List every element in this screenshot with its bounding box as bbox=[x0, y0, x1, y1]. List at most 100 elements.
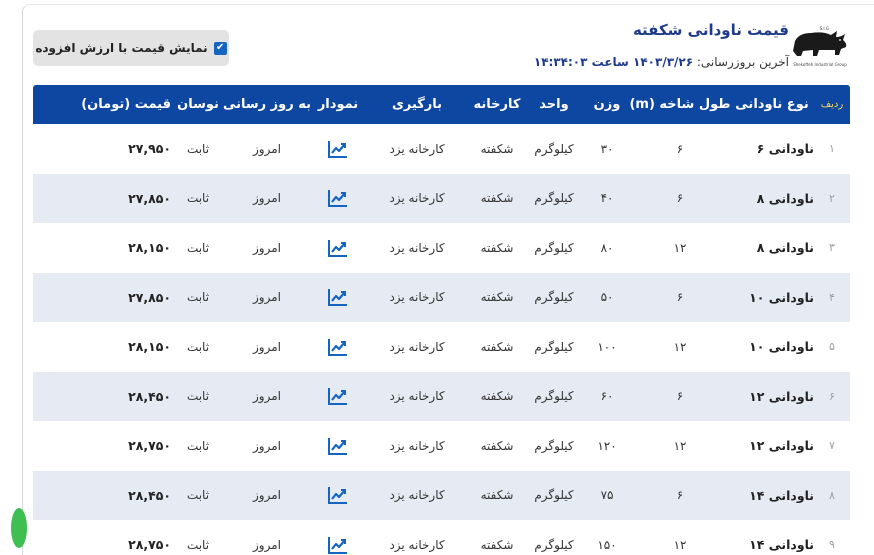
table-row[interactable]: ۶ ناودانی ۱۲ ۶ ۶۰ کیلوگرم شکفته کارخانه … bbox=[33, 371, 850, 422]
row-type[interactable]: ناودانی ۸ bbox=[730, 223, 814, 273]
row-price: ۲۸,۱۵۰ bbox=[128, 339, 171, 355]
col-header-fluctuation[interactable]: نوسان bbox=[174, 85, 222, 124]
row-unit: کیلوگرم bbox=[534, 339, 574, 354]
row-index: ۲ bbox=[829, 191, 835, 205]
trend-chart-icon[interactable] bbox=[327, 337, 349, 357]
trend-chart-icon[interactable] bbox=[327, 287, 349, 307]
col-header-index: ردیف bbox=[820, 99, 844, 110]
row-chart[interactable] bbox=[312, 124, 364, 174]
row-weight: ۱۰۰ bbox=[597, 339, 617, 354]
last-updated-value: ۱۴۰۳/۳/۲۶ ساعت ۱۴:۳۴:۰۳ bbox=[533, 55, 694, 69]
row-update: امروز bbox=[253, 240, 281, 255]
row-loading: کارخانه یزد bbox=[389, 290, 445, 305]
row-chart[interactable] bbox=[312, 273, 364, 323]
row-unit: کیلوگرم bbox=[534, 240, 574, 255]
col-header-price[interactable]: قیمت (تومان) bbox=[33, 85, 174, 124]
row-fluctuation: ثابت bbox=[186, 290, 210, 305]
row-fluctuation: ثابت bbox=[186, 438, 210, 453]
col-header-update[interactable]: به روز رسانی bbox=[222, 85, 312, 124]
row-type[interactable]: ناودانی ۱۰ bbox=[730, 322, 814, 372]
row-update: امروز bbox=[253, 290, 281, 305]
row-fluctuation: ثابت bbox=[186, 191, 210, 206]
row-loading: کارخانه یزد bbox=[389, 339, 445, 354]
row-chart[interactable] bbox=[312, 421, 364, 471]
row-loading: کارخانه یزد bbox=[389, 389, 445, 404]
row-unit: کیلوگرم bbox=[534, 290, 574, 305]
row-type[interactable]: ناودانی ۱۲ bbox=[730, 372, 814, 422]
page-title: قیمت ناودانی شکفته bbox=[632, 21, 789, 39]
vat-toggle-label: نمایش قیمت با ارزش افزوده bbox=[35, 41, 208, 55]
table-row[interactable]: ۲ ناودانی ۸ ۶ ۴۰ کیلوگرم شکفته کارخانه ی… bbox=[33, 173, 850, 224]
vat-price-toggle[interactable]: ✔ نمایش قیمت با ارزش افزوده bbox=[33, 30, 229, 66]
row-index: ۴ bbox=[829, 290, 835, 304]
row-chart[interactable] bbox=[312, 471, 364, 521]
row-weight: ۶۰ bbox=[600, 389, 614, 404]
row-length: ۶ bbox=[676, 389, 684, 404]
trend-chart-icon[interactable] bbox=[327, 386, 349, 406]
row-type[interactable]: ناودانی ۱۴ bbox=[730, 471, 814, 521]
trend-chart-icon[interactable] bbox=[327, 188, 349, 208]
row-fluctuation: ثابت bbox=[186, 240, 210, 255]
col-header-loading[interactable]: بارگیری bbox=[364, 85, 470, 124]
row-type[interactable]: ناودانی ۱۰ bbox=[730, 273, 814, 323]
row-chart[interactable] bbox=[312, 520, 364, 555]
rhino-logo-icon: S.I.G bbox=[793, 26, 847, 56]
logo-tagline: Shekofteh Industrial Group bbox=[793, 62, 847, 67]
row-chart[interactable] bbox=[312, 372, 364, 422]
row-type[interactable]: ناودانی ۶ bbox=[730, 124, 814, 174]
row-length: ۱۲ bbox=[673, 537, 687, 552]
table-row[interactable]: ۹ ناودانی ۱۴ ۱۲ ۱۵۰ کیلوگرم شکفته کارخان… bbox=[33, 520, 850, 555]
row-unit: کیلوگرم bbox=[534, 191, 574, 206]
table-row[interactable]: ۳ ناودانی ۸ ۱۲ ۸۰ کیلوگرم شکفته کارخانه … bbox=[33, 223, 850, 273]
trend-chart-icon[interactable] bbox=[327, 535, 349, 555]
row-update: امروز bbox=[253, 339, 281, 354]
trend-chart-icon[interactable] bbox=[327, 485, 349, 505]
row-factory: شکفته bbox=[480, 141, 514, 156]
row-chart[interactable] bbox=[312, 174, 364, 224]
row-factory: شکفته bbox=[480, 389, 514, 404]
trend-chart-icon[interactable] bbox=[327, 238, 349, 258]
row-fluctuation: ثابت bbox=[186, 141, 210, 156]
row-weight: ۷۵ bbox=[600, 488, 614, 503]
col-header-factory[interactable]: کارخانه bbox=[470, 85, 524, 124]
row-unit: کیلوگرم bbox=[534, 141, 574, 156]
trend-chart-icon[interactable] bbox=[327, 139, 349, 159]
price-card: S.I.G Shekofteh Industrial Group قیمت نا… bbox=[11, 4, 874, 555]
table-row[interactable]: ۷ ناودانی ۱۲ ۱۲ ۱۲۰ کیلوگرم شکفته کارخان… bbox=[33, 421, 850, 471]
col-header-length[interactable]: طول شاخه (m) bbox=[629, 85, 730, 124]
trend-chart-icon[interactable] bbox=[327, 436, 349, 456]
row-fluctuation: ثابت bbox=[186, 488, 210, 503]
col-header-unit[interactable]: واحد bbox=[524, 85, 584, 124]
row-price: ۲۷,۸۵۰ bbox=[128, 289, 171, 305]
table-row[interactable]: ۵ ناودانی ۱۰ ۱۲ ۱۰۰ کیلوگرم شکفته کارخان… bbox=[33, 322, 850, 372]
row-loading: کارخانه یزد bbox=[389, 240, 445, 255]
price-table: ردیف نوع ناودانی طول شاخه (m) وزن واحد ک… bbox=[33, 85, 850, 555]
row-fluctuation: ثابت bbox=[186, 537, 210, 552]
row-index: ۶ bbox=[829, 389, 835, 403]
row-type[interactable]: ناودانی ۱۴ bbox=[730, 520, 814, 555]
table-row[interactable]: ۸ ناودانی ۱۴ ۶ ۷۵ کیلوگرم شکفته کارخانه … bbox=[33, 470, 850, 521]
col-header-type[interactable]: نوع ناودانی bbox=[730, 85, 814, 124]
row-loading: کارخانه یزد bbox=[389, 537, 445, 552]
row-type[interactable]: ناودانی ۸ bbox=[730, 174, 814, 224]
table-row[interactable]: ۱ ناودانی ۶ ۶ ۳۰ کیلوگرم شکفته کارخانه ی… bbox=[33, 124, 850, 174]
row-factory: شکفته bbox=[480, 488, 514, 503]
row-update: امروز bbox=[253, 191, 281, 206]
col-header-chart: نمودار bbox=[317, 97, 359, 112]
row-loading: کارخانه یزد bbox=[389, 191, 445, 206]
row-loading: کارخانه یزد bbox=[389, 488, 445, 503]
row-chart[interactable] bbox=[312, 322, 364, 372]
vat-checkbox[interactable]: ✔ bbox=[213, 41, 227, 55]
row-unit: کیلوگرم bbox=[534, 438, 574, 453]
row-unit: کیلوگرم bbox=[534, 488, 574, 503]
row-index: ۷ bbox=[829, 439, 835, 453]
company-logo: S.I.G Shekofteh Industrial Group bbox=[789, 25, 851, 69]
row-type[interactable]: ناودانی ۱۲ bbox=[730, 421, 814, 471]
table-row[interactable]: ۴ ناودانی ۱۰ ۶ ۵۰ کیلوگرم شکفته کارخانه … bbox=[33, 272, 850, 323]
floating-action-button[interactable] bbox=[11, 508, 27, 548]
row-length: ۱۲ bbox=[673, 438, 687, 453]
row-chart[interactable] bbox=[312, 223, 364, 273]
row-fluctuation: ثابت bbox=[186, 339, 210, 354]
row-index: ۱ bbox=[829, 142, 835, 156]
col-header-weight[interactable]: وزن bbox=[584, 85, 630, 124]
